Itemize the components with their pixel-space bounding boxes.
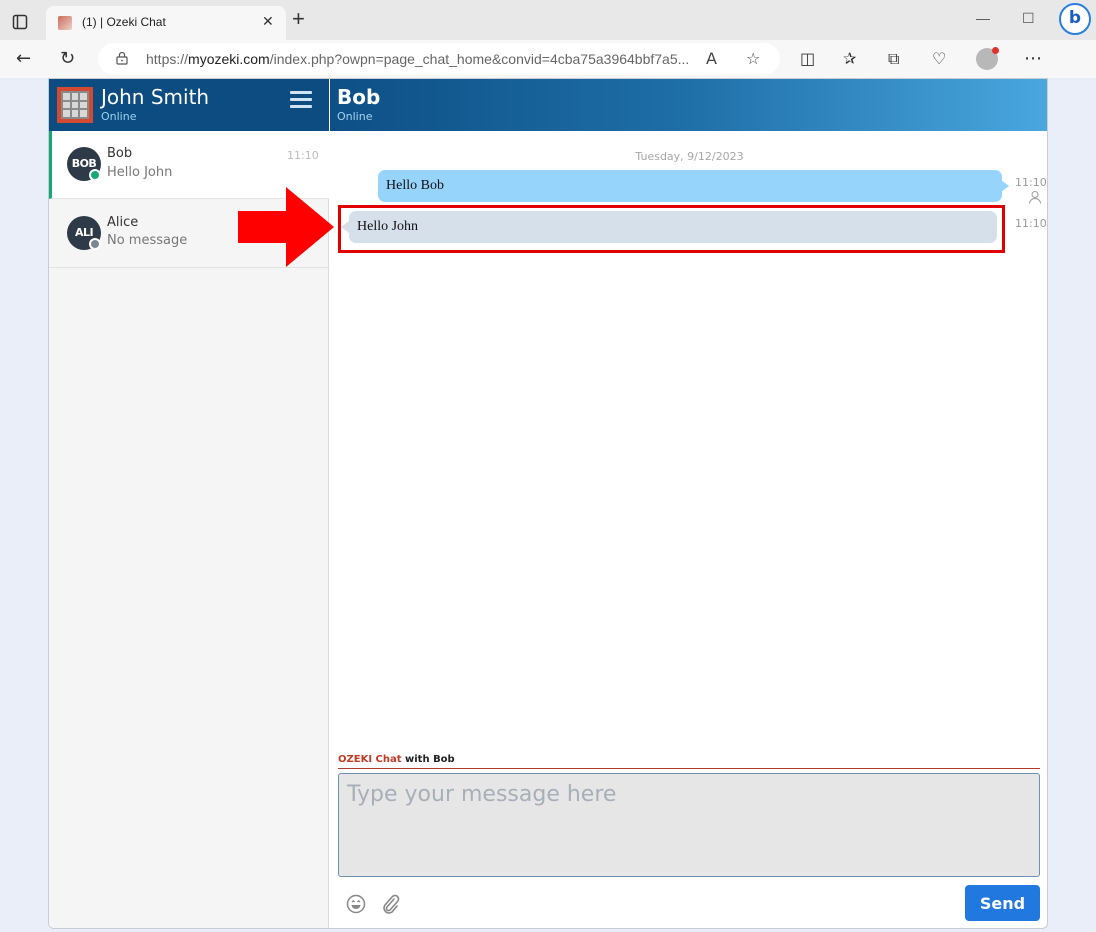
user-status: Online [101, 110, 137, 123]
split-screen-icon[interactable]: ◫ [800, 48, 815, 70]
offline-status-dot [89, 238, 101, 250]
incoming-message: Hello John [341, 211, 997, 243]
conversation-preview: Hello John [107, 165, 173, 180]
composer-divider [338, 768, 1040, 769]
notification-dot [992, 47, 999, 54]
url-path: /index.php?owpn=page_chat_home&convid=4c… [269, 51, 690, 67]
date-separator: Tuesday, 9/12/2023 [635, 150, 744, 163]
online-status-dot [89, 169, 101, 181]
sidebar-header: John Smith Online [49, 79, 329, 131]
tab-title: (1) | Ozeki Chat [82, 15, 166, 29]
peer-name: Bob [337, 85, 381, 109]
message-input[interactable] [338, 773, 1040, 877]
chat-panel: Bob Online Tuesday, 9/12/2023 Hello Bob … [238, 79, 1047, 928]
red-arrow-annotation-icon [238, 187, 334, 267]
read-aloud-icon[interactable]: A [706, 49, 717, 68]
conversation-name: Alice [107, 215, 139, 230]
url-host: myozeki.com [188, 51, 270, 67]
refresh-icon[interactable]: ↻ [60, 48, 75, 70]
emoji-icon[interactable] [346, 894, 366, 914]
url-text[interactable]: https://myozeki.com/index.php?owpn=page_… [146, 51, 689, 67]
conversation-preview: No message [107, 233, 188, 248]
close-tab-icon[interactable]: ✕ [262, 13, 274, 30]
minimize-icon[interactable]: — [976, 10, 990, 26]
lock-icon[interactable] [116, 51, 128, 65]
browser-window: (1) | Ozeki Chat ✕ + — ☐ ✕ ← ↻ https://m… [0, 0, 1096, 932]
attachment-icon[interactable] [380, 893, 400, 915]
tab-actions-icon[interactable] [12, 14, 28, 30]
ozeki-favicon-icon [58, 16, 72, 30]
composer-label: OZEKI Chat with Bob [338, 754, 455, 765]
message-time: 11:10 [1015, 176, 1047, 189]
tab-strip: (1) | Ozeki Chat ✕ + — ☐ ✕ [0, 0, 1096, 40]
favorite-star-icon[interactable]: ☆ [746, 49, 760, 68]
user-icon [1029, 191, 1041, 204]
address-bar[interactable]: https://myozeki.com/index.php?owpn=page_… [98, 43, 780, 75]
bing-copilot-icon[interactable]: b [1059, 3, 1091, 35]
with-label: with Bob [405, 754, 455, 765]
browser-essentials-icon[interactable]: ♡ [932, 48, 946, 70]
hamburger-menu-icon[interactable] [290, 91, 312, 109]
conversation-time: 11:10 [287, 149, 319, 162]
collections-icon[interactable]: ⧉ [888, 48, 899, 70]
back-icon[interactable]: ← [16, 48, 31, 70]
new-tab-icon[interactable]: + [292, 8, 305, 30]
conversation-name: Bob [107, 146, 133, 161]
more-icon[interactable]: ⋯ [1024, 48, 1042, 70]
message-time: 11:10 [1015, 217, 1047, 230]
maximize-icon[interactable]: ☐ [1022, 10, 1035, 27]
profile-icon[interactable] [976, 47, 999, 70]
user-name: John Smith [101, 85, 210, 109]
browser-tab[interactable]: (1) | Ozeki Chat ✕ [46, 6, 286, 40]
outgoing-message: Hello Bob [378, 170, 1009, 202]
chat-app: John Smith Online BOB Bob Hello John 11:… [48, 78, 1048, 929]
chat-header: Bob Online [330, 79, 1047, 131]
brand-text: OZEKI Chat [338, 754, 402, 765]
ozeki-logo-icon [57, 87, 93, 123]
favorites-icon[interactable]: ✰ [843, 48, 856, 70]
send-button[interactable]: Send [965, 885, 1040, 921]
url-scheme: https:// [146, 51, 189, 67]
peer-status: Online [337, 110, 373, 123]
browser-toolbar: ← ↻ https://myozeki.com/index.php?owpn=p… [0, 40, 1096, 78]
